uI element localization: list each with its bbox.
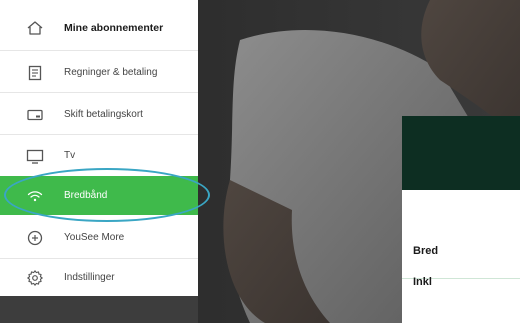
subscription-card: Bred Inkl <box>402 116 520 323</box>
menu-item-broadband[interactable]: Bredbånd <box>0 176 198 215</box>
home-icon <box>26 19 44 37</box>
menu-item-label: YouSee More <box>64 232 125 243</box>
menu-item-label: Mine abonnementer <box>64 21 164 34</box>
side-menu: Mine abonnementer Regninger & betaling S… <box>0 0 198 296</box>
card-row-included: Inkl <box>413 276 432 288</box>
menu-item-change-payment-card[interactable]: Skift betalingskort <box>0 95 198 134</box>
invoice-icon <box>26 64 44 82</box>
payment-card-icon <box>26 106 44 124</box>
menu-divider <box>0 92 198 93</box>
menu-item-yousee-more[interactable]: YouSee More <box>0 218 198 257</box>
card-row-broadband: Bred <box>413 245 439 257</box>
settings-gear-icon <box>26 269 44 287</box>
menu-divider <box>0 134 198 135</box>
plus-circle-icon <box>26 229 44 247</box>
menu-divider <box>0 50 198 51</box>
menu-item-label: Indstillinger <box>64 272 115 283</box>
menu-item-invoices-payment[interactable]: Regninger & betaling <box>0 53 198 92</box>
menu-item-label: Skift betalingskort <box>64 109 143 120</box>
menu-item-tv[interactable]: Tv <box>0 136 198 175</box>
menu-item-label: Tv <box>64 150 76 161</box>
menu-item-my-subscriptions[interactable]: Mine abonnementer <box>0 8 198 47</box>
wifi-icon <box>26 187 44 205</box>
menu-item-settings[interactable]: Indstillinger <box>0 258 198 297</box>
menu-item-label: Regninger & betaling <box>64 67 158 78</box>
card-header <box>402 116 520 190</box>
tv-icon <box>26 147 44 165</box>
menu-item-label: Bredbånd <box>64 190 108 201</box>
